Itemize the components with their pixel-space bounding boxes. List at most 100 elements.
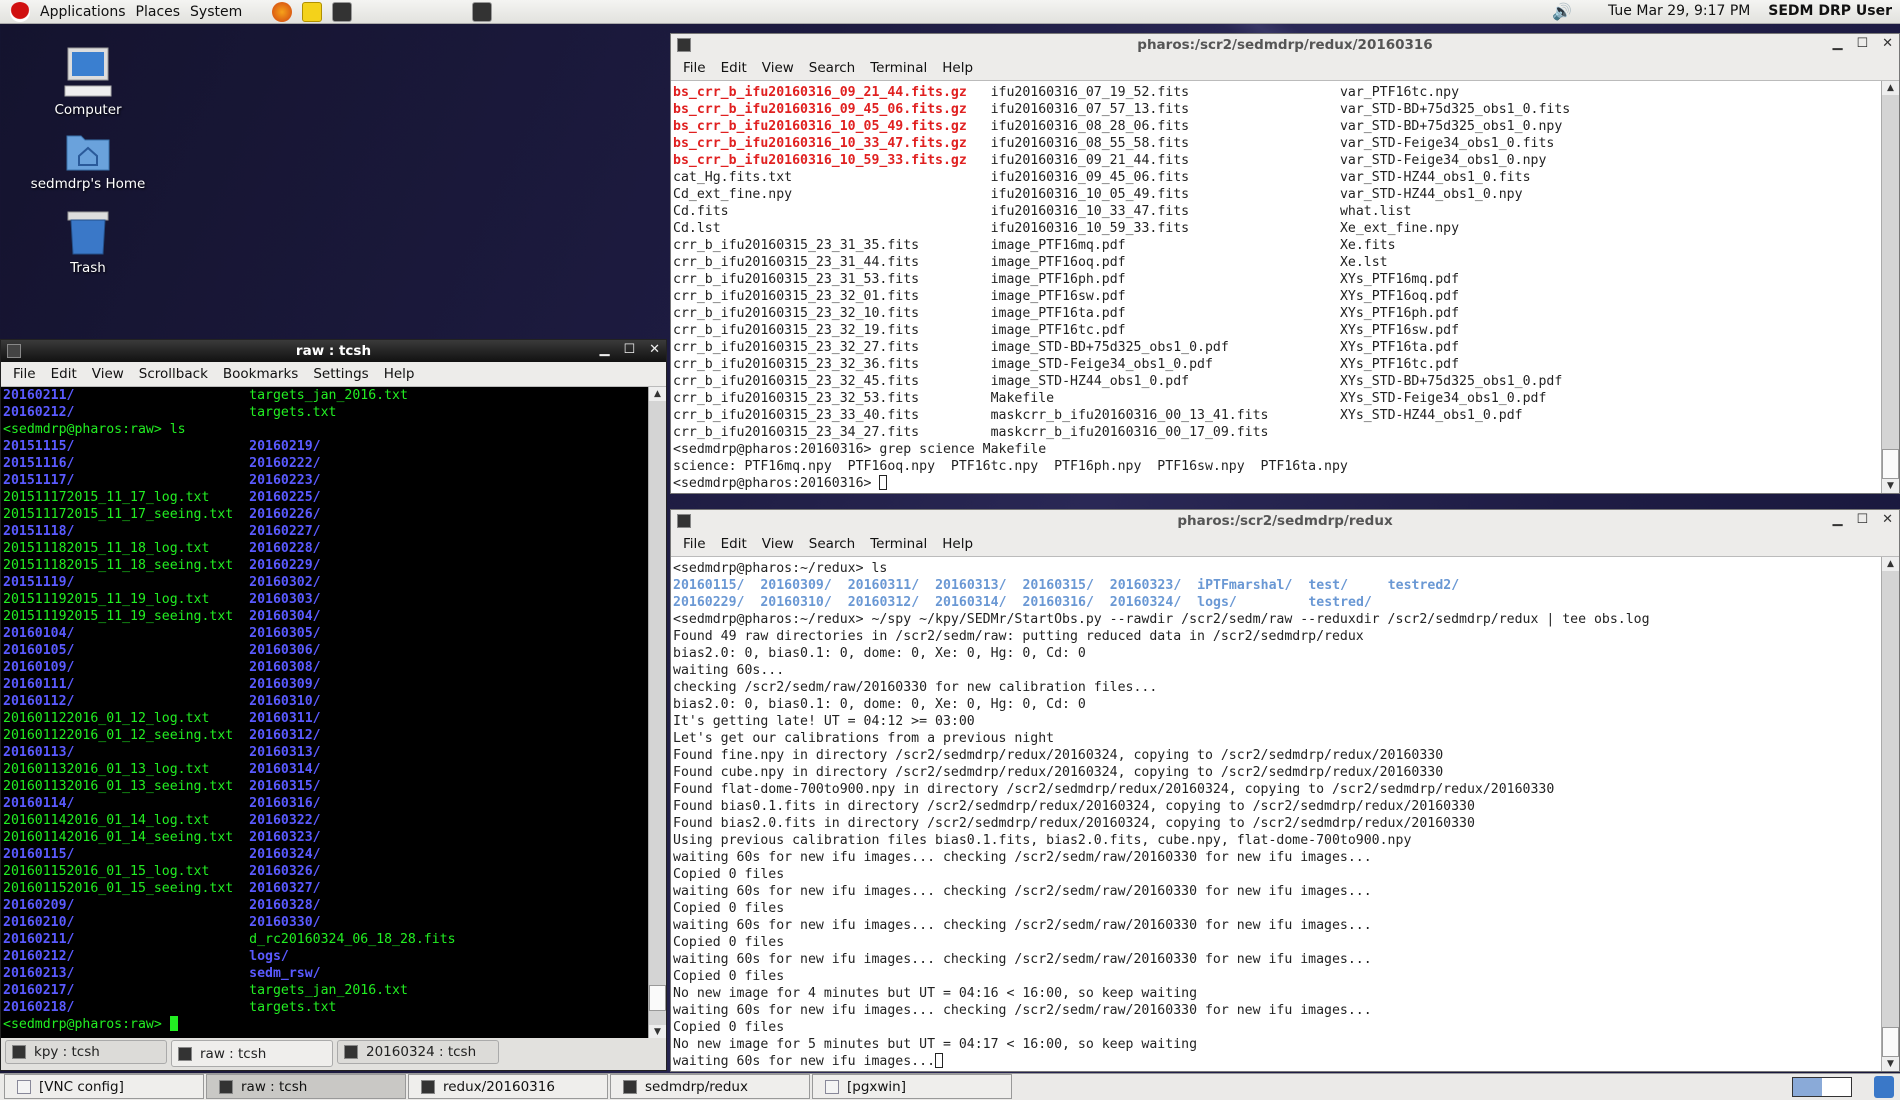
- scroll-down-arrow[interactable]: ▼: [1882, 1057, 1899, 1071]
- clock[interactable]: Tue Mar 29, 9:17 PM: [1608, 3, 1750, 19]
- menu-system[interactable]: System: [190, 4, 242, 20]
- file-entry: Cd_ext_fine.npy: [673, 187, 793, 202]
- user-name[interactable]: SEDM DRP User: [1768, 3, 1892, 19]
- minimize-button[interactable]: ▁: [1832, 512, 1842, 527]
- column-gap: [74, 456, 249, 471]
- scroll-up-arrow[interactable]: ▲: [1882, 557, 1899, 571]
- menu-settings[interactable]: Settings: [313, 366, 368, 382]
- terminal-icon[interactable]: [472, 1, 493, 22]
- menu-help[interactable]: Help: [942, 60, 973, 76]
- directory-entry: 20160327/: [249, 881, 321, 896]
- terminal-output[interactable]: 20160211/ targets_jan_2016.txt 20160212/ …: [1, 387, 649, 1039]
- notes-icon[interactable]: [302, 1, 323, 22]
- menu-file[interactable]: File: [683, 60, 706, 76]
- menu-help[interactable]: Help: [942, 536, 973, 552]
- file-entry: crr_b_ifu20160315_23_31_35.fits: [673, 238, 920, 253]
- menu-edit[interactable]: Edit: [51, 366, 77, 382]
- column-gap: [74, 745, 249, 760]
- desktop-icon-home[interactable]: sedmdrp's Home: [18, 130, 158, 192]
- title-bar[interactable]: pharos:/scr2/sedmdrp/redux/20160316 ▁ ☐ ✕: [671, 34, 1899, 56]
- terminal-line: 20160115/ 20160324/: [3, 846, 647, 863]
- menu-places[interactable]: Places: [136, 4, 181, 20]
- workspace-switcher[interactable]: [1792, 1077, 1852, 1097]
- scroll-down-arrow[interactable]: ▼: [649, 1025, 666, 1039]
- redhat-logo-icon[interactable]: [10, 1, 30, 22]
- column-gap: [919, 595, 935, 610]
- menu-help[interactable]: Help: [384, 366, 415, 382]
- firefox-icon[interactable]: [272, 1, 293, 22]
- menu-view[interactable]: View: [92, 366, 124, 382]
- title-bar[interactable]: raw : tcsh ▁ ☐ ✕: [1, 340, 666, 362]
- file-entry: 201601152016_01_15_log.txt: [3, 864, 210, 879]
- column-gap: [233, 830, 249, 845]
- volume-icon[interactable]: 🔊: [1552, 2, 1572, 21]
- taskbar-item[interactable]: [VNC config]: [4, 1074, 204, 1099]
- directory-entry: 20160311/: [249, 711, 321, 726]
- close-button[interactable]: ✕: [1882, 512, 1893, 527]
- terminal-window-raw[interactable]: raw : tcsh ▁ ☐ ✕ File Edit View Scrollback Boo…: [0, 339, 667, 1071]
- menu-scrollback[interactable]: Scrollback: [139, 366, 208, 382]
- tab-label: raw : tcsh: [200, 1045, 267, 1062]
- menu-edit[interactable]: Edit: [721, 536, 747, 552]
- maximize-button[interactable]: ☐: [1856, 512, 1868, 527]
- taskbar-item[interactable]: [pgxwin]: [812, 1074, 1012, 1099]
- file-entry: crr_b_ifu20160315_23_33_40.fits: [673, 408, 920, 423]
- scroll-down-arrow[interactable]: ▼: [1882, 479, 1899, 493]
- menu-bookmarks[interactable]: Bookmarks: [223, 366, 298, 382]
- title-bar[interactable]: pharos:/scr2/sedmdrp/redux ▁ ☐ ✕: [671, 510, 1899, 532]
- terminal-line: <sedmdrp@pharos:raw> ls: [3, 422, 186, 437]
- minimize-button[interactable]: ▁: [1832, 36, 1842, 51]
- minimize-button[interactable]: ▁: [599, 342, 609, 357]
- close-button[interactable]: ✕: [1882, 36, 1893, 51]
- tab-kpy-tcsh[interactable]: kpy : tcsh: [5, 1040, 167, 1064]
- column-gap: [1126, 289, 1340, 304]
- taskbar-item[interactable]: sedmdrp/redux: [610, 1074, 810, 1099]
- terminal-line: 20160104/ 20160305/: [3, 625, 647, 642]
- terminal-line: crr_b_ifu20160315_23_32_27.fits image_ST…: [673, 339, 1879, 356]
- file-entry: ifu20160316_10_33_47.fits: [990, 204, 1190, 219]
- scrollbar[interactable]: ▲ ▼: [1881, 81, 1899, 493]
- menu-search[interactable]: Search: [809, 536, 855, 552]
- directory-entry: 20160324/: [249, 847, 321, 862]
- terminal-window-redux[interactable]: pharos:/scr2/sedmdrp/redux ▁ ☐ ✕ File Edit V…: [670, 509, 1900, 1072]
- terminal-output[interactable]: bs_crr_b_ifu20160316_09_21_44.fits.gz if…: [671, 81, 1881, 493]
- menu-terminal[interactable]: Terminal: [870, 536, 927, 552]
- scrollbar[interactable]: ▲ ▼: [648, 387, 666, 1039]
- menu-search[interactable]: Search: [809, 60, 855, 76]
- terminal-window-20160316[interactable]: pharos:/scr2/sedmdrp/redux/20160316 ▁ ☐ ✕ …: [670, 33, 1900, 494]
- terminal-icon[interactable]: [332, 1, 353, 22]
- file-entry: XYs_PTF16sw.pdf: [1339, 323, 1460, 338]
- trash-applet-icon[interactable]: [1874, 1076, 1894, 1098]
- desktop-icon-computer[interactable]: Computer: [18, 46, 158, 118]
- menu-view[interactable]: View: [762, 60, 794, 76]
- menu-file[interactable]: File: [13, 366, 36, 382]
- maximize-button[interactable]: ☐: [1856, 36, 1868, 51]
- terminal-line: Cd_ext_fine.npy ifu20160316_10_05_49.fit…: [673, 186, 1879, 203]
- menu-applications[interactable]: Applications: [40, 4, 126, 20]
- menu-edit[interactable]: Edit: [721, 60, 747, 76]
- column-gap: [792, 187, 991, 202]
- column-gap: [1229, 340, 1340, 355]
- scroll-up-arrow[interactable]: ▲: [1882, 81, 1899, 95]
- column-gap: [919, 255, 990, 270]
- menu-terminal[interactable]: Terminal: [870, 60, 927, 76]
- scrollbar[interactable]: ▲ ▼: [1881, 557, 1899, 1071]
- menu-view[interactable]: View: [762, 536, 794, 552]
- tab-20160324-tcsh[interactable]: 20160324 : tcsh: [337, 1040, 499, 1064]
- scroll-up-arrow[interactable]: ▲: [649, 387, 666, 401]
- tab-raw-tcsh[interactable]: raw : tcsh: [171, 1040, 333, 1067]
- file-entry: image_PTF16tc.pdf: [990, 323, 1126, 338]
- scrollbar-thumb[interactable]: [1882, 449, 1899, 479]
- scrollbar-thumb[interactable]: [1882, 1027, 1899, 1057]
- column-gap: [967, 136, 991, 151]
- close-button[interactable]: ✕: [649, 342, 660, 357]
- directory-entry: 20160309/: [249, 677, 321, 692]
- taskbar-item[interactable]: redux/20160316: [408, 1074, 608, 1099]
- file-entry: Xe.fits: [1339, 238, 1396, 253]
- desktop-icon-trash[interactable]: Trash: [18, 210, 158, 276]
- menu-file[interactable]: File: [683, 536, 706, 552]
- taskbar-item[interactable]: raw : tcsh: [206, 1074, 406, 1099]
- maximize-button[interactable]: ☐: [623, 342, 635, 357]
- scrollbar-thumb[interactable]: [649, 985, 666, 1011]
- terminal-output[interactable]: <sedmdrp@pharos:~/redux> ls 20160115/ 201…: [671, 557, 1881, 1071]
